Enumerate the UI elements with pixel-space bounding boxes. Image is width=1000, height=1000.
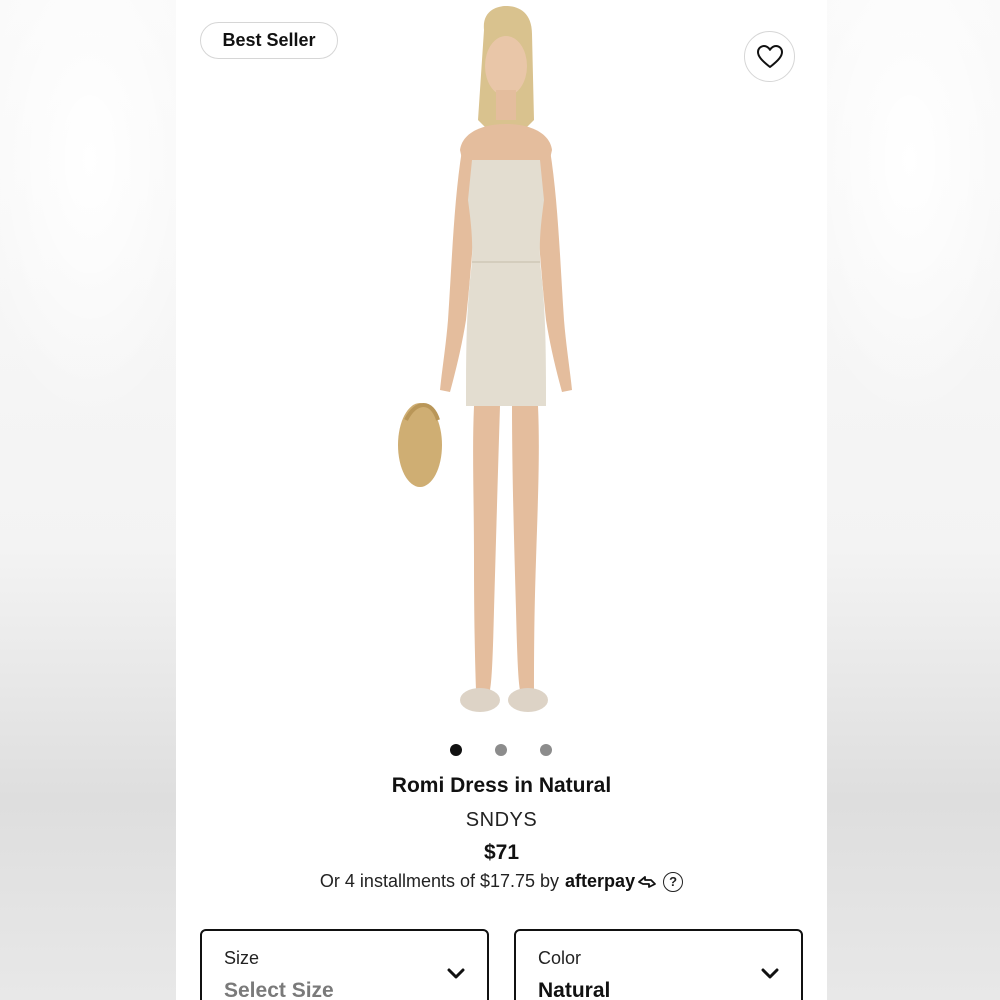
color-label: Color	[538, 948, 582, 968]
size-label: Size	[224, 948, 260, 968]
installments-info: Or 4 installments of $17.75 by afterpay …	[176, 871, 827, 892]
color-value: Natural	[538, 979, 611, 1000]
wishlist-button[interactable]	[744, 31, 795, 82]
afterpay-arrows-icon	[638, 875, 656, 888]
installments-text: Or 4 installments of $17.75 by	[319, 871, 560, 891]
size-value: Select Size	[224, 979, 334, 1000]
afterpay-label: afterpay	[565, 871, 636, 891]
product-title: Romi Dress in Natural	[391, 774, 612, 797]
image-carousel-dots	[176, 744, 827, 758]
product-brand[interactable]: SNDYS	[176, 809, 827, 832]
product-image[interactable]	[376, 0, 636, 735]
product-price: $71	[483, 841, 520, 864]
product-card: Best Seller Romi Dress in Natural SNDYS …	[176, 0, 827, 1000]
size-selector[interactable]: Size Select Size	[200, 929, 489, 1000]
carousel-dot-1[interactable]	[450, 744, 462, 756]
chevron-down-icon	[761, 968, 779, 979]
best-seller-badge: Best Seller	[200, 22, 338, 59]
carousel-dot-3[interactable]	[540, 744, 552, 756]
color-selector[interactable]: Color Natural	[514, 929, 803, 1000]
heart-icon	[756, 44, 783, 68]
question-circle-icon[interactable]: ?	[663, 871, 684, 892]
carousel-dot-2[interactable]	[495, 744, 507, 756]
afterpay-logo: afterpay	[565, 871, 657, 892]
chevron-down-icon	[447, 968, 465, 979]
